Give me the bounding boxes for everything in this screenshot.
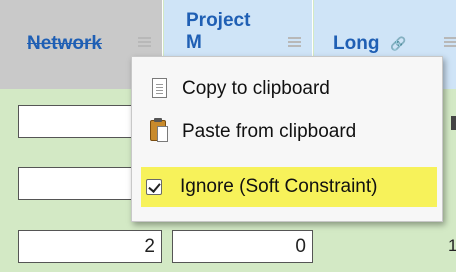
menu-item-paste[interactable]: Paste from clipboard bbox=[142, 115, 434, 149]
checkbox-checked-icon[interactable] bbox=[146, 179, 162, 195]
menu-item-paste-label: Paste from clipboard bbox=[182, 121, 357, 142]
sort-menu-icon[interactable] bbox=[444, 37, 456, 48]
cell-edge-fragment bbox=[451, 116, 456, 130]
menu-item-copy[interactable]: Copy to clipboard bbox=[142, 72, 434, 106]
network-input[interactable]: 2 bbox=[18, 230, 162, 263]
sort-menu-icon[interactable] bbox=[138, 37, 151, 48]
sort-menu-icon[interactable] bbox=[288, 37, 301, 48]
copy-icon bbox=[152, 78, 167, 98]
project-input[interactable]: 0 bbox=[172, 230, 313, 263]
link-icon: 🔗 bbox=[390, 36, 407, 51]
menu-item-ignore-soft-constraint[interactable]: Ignore (Soft Constraint) bbox=[141, 167, 437, 207]
long-cell-value: 1 bbox=[448, 236, 456, 255]
menu-item-copy-label: Copy to clipboard bbox=[182, 78, 330, 99]
column-header-network-label: Network bbox=[27, 33, 102, 54]
column-header-long-label: Long bbox=[333, 33, 380, 54]
column-header-project-label: Project M bbox=[186, 10, 251, 53]
menu-item-ignore-label: Ignore (Soft Constraint) bbox=[180, 176, 378, 197]
context-menu: Copy to clipboard Paste from clipboard I… bbox=[131, 56, 443, 222]
